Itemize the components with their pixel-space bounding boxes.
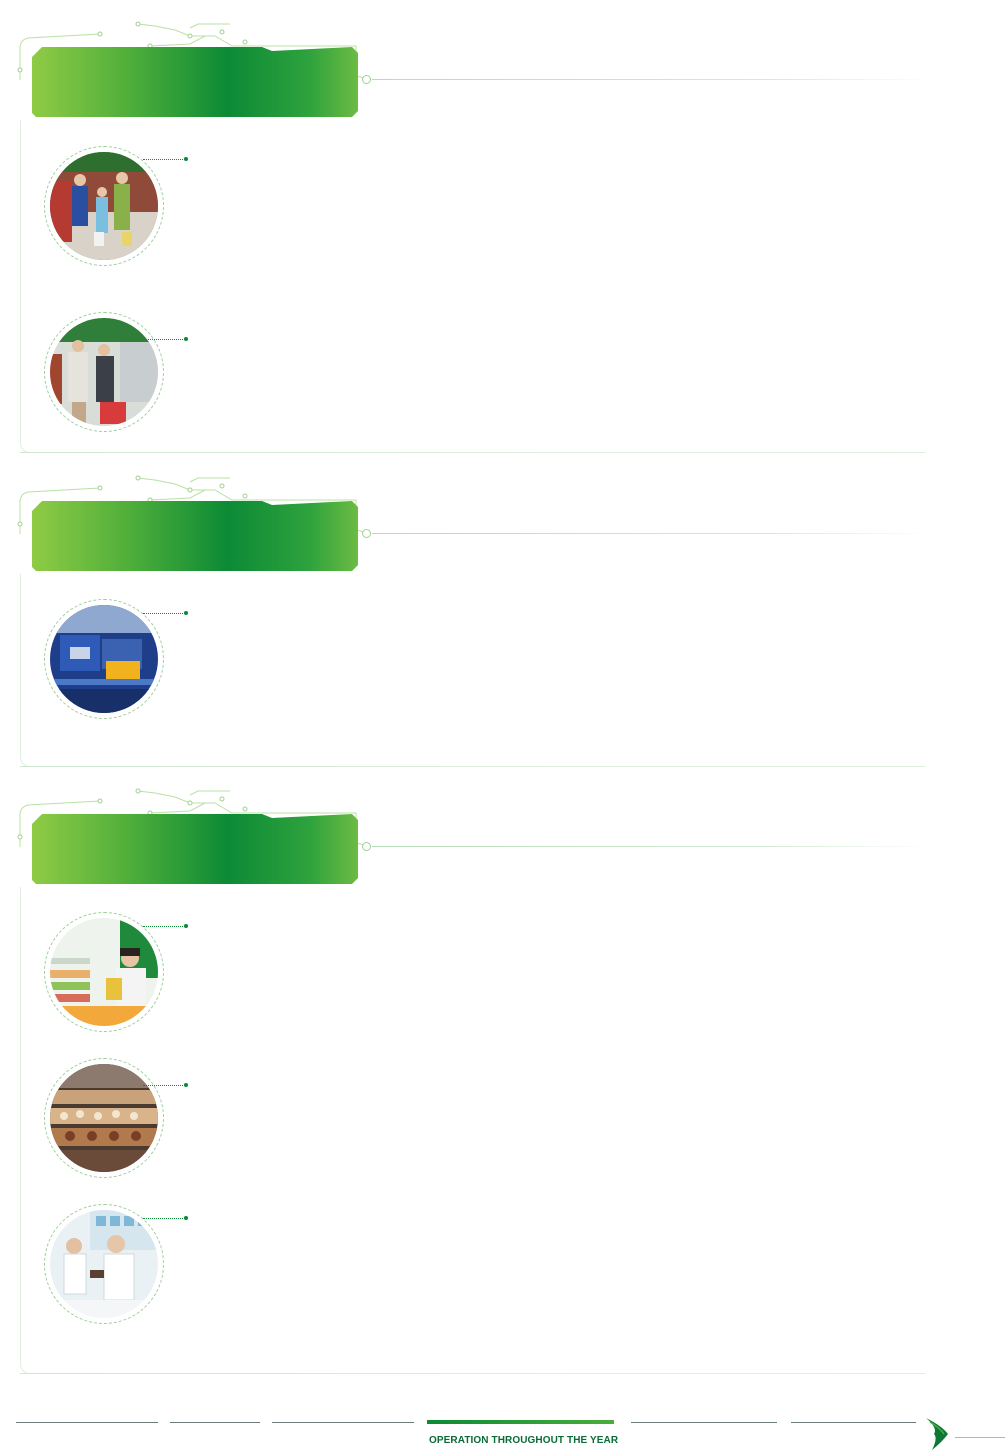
section-banner bbox=[32, 814, 358, 884]
banner-dot bbox=[362, 842, 371, 851]
photo-connector bbox=[143, 1083, 188, 1087]
bakery-shelves-photo bbox=[44, 1058, 164, 1178]
banner-rule bbox=[372, 533, 932, 534]
nav-segment-active[interactable] bbox=[427, 1420, 614, 1424]
next-arrow-icon[interactable] bbox=[924, 1416, 954, 1452]
nav-segment[interactable] bbox=[791, 1422, 916, 1423]
section-banner bbox=[32, 47, 358, 117]
section-frame-bottom bbox=[20, 1373, 920, 1374]
banner-rule bbox=[372, 79, 932, 80]
footer-navigation: OPERATION THROUGHOUT THE YEAR bbox=[0, 1410, 1005, 1452]
section-frame bbox=[20, 120, 925, 453]
section-banner bbox=[32, 501, 358, 571]
nav-active-label[interactable]: OPERATION THROUGHOUT THE YEAR bbox=[429, 1435, 618, 1446]
photo-connector bbox=[143, 337, 188, 341]
nav-segment[interactable] bbox=[272, 1422, 414, 1423]
photo-connector bbox=[143, 157, 188, 161]
banner-dot bbox=[362, 75, 371, 84]
nav-tail-rule bbox=[955, 1437, 1005, 1438]
photo-connector bbox=[143, 611, 188, 615]
customers-in-store-photo bbox=[44, 312, 164, 432]
nav-segment[interactable] bbox=[631, 1422, 777, 1423]
photo-connector bbox=[143, 1216, 188, 1220]
nav-segment[interactable] bbox=[16, 1422, 158, 1423]
section-frame-bottom bbox=[20, 452, 920, 453]
family-shoppers-photo bbox=[44, 146, 164, 266]
nav-segment[interactable] bbox=[170, 1422, 260, 1423]
pharmacy-staff-photo bbox=[44, 1204, 164, 1324]
photo-connector bbox=[143, 924, 188, 928]
factory-machinery-photo bbox=[44, 599, 164, 719]
banner-dot bbox=[362, 529, 371, 538]
banner-rule bbox=[372, 846, 932, 847]
store-staff-photo bbox=[44, 912, 164, 1032]
